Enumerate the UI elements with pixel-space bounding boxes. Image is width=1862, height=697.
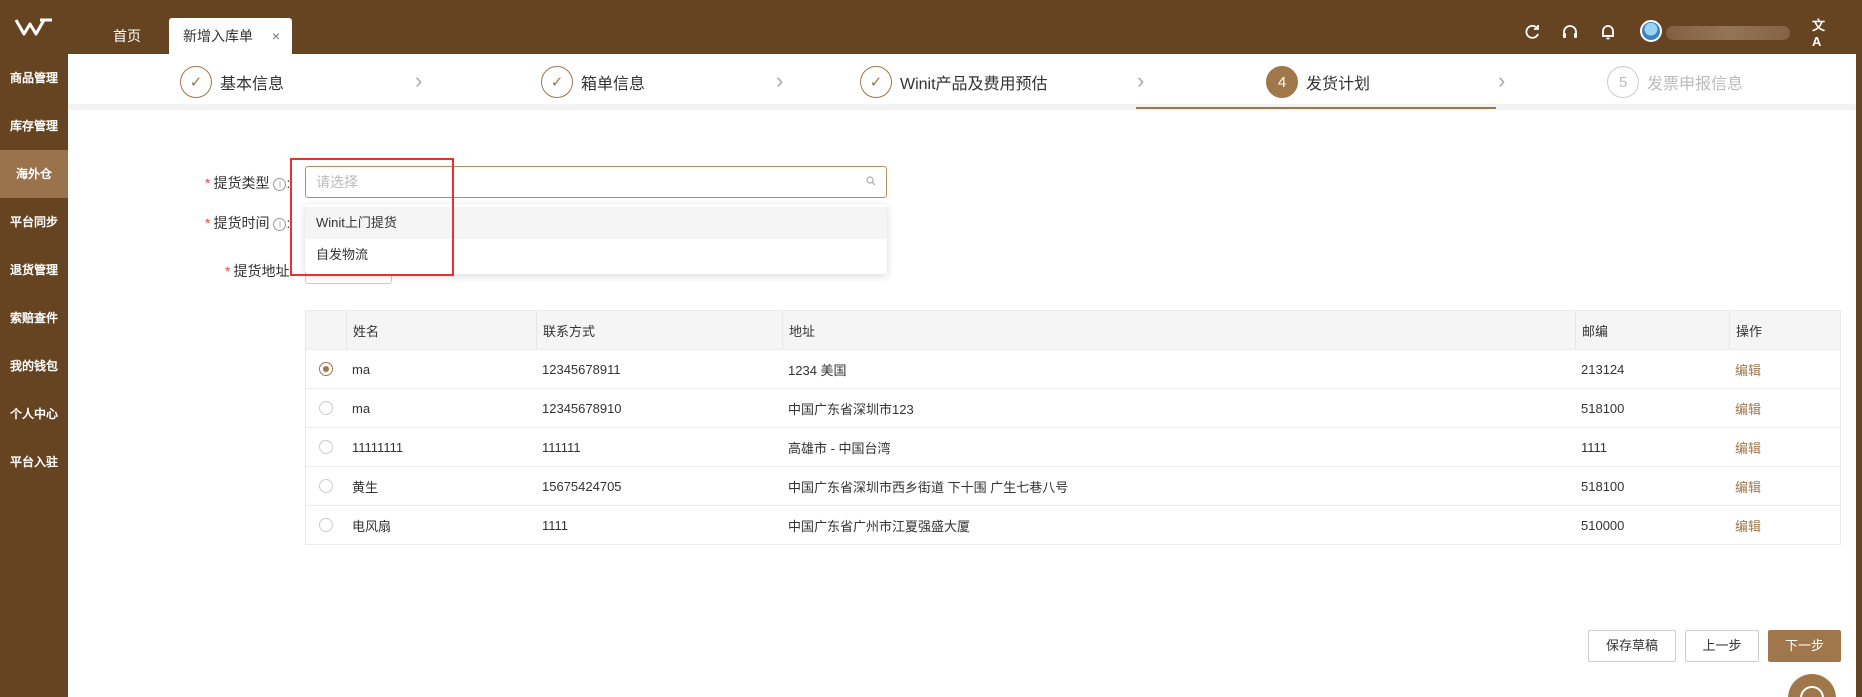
chevron-right-icon: › — [1137, 68, 1145, 93]
sidebar-item-overseas-warehouse[interactable]: 海外仓 — [0, 150, 68, 198]
tab-new-inbound-order[interactable]: 新增入库单 × — [169, 18, 292, 54]
row-radio[interactable] — [319, 401, 333, 415]
edit-link[interactable]: 编辑 — [1735, 360, 1761, 379]
winit-logo[interactable] — [0, 0, 68, 54]
address-table: 姓名 联系方式 地址 邮编 操作 ma 12345678911 1234 美国 … — [305, 310, 1841, 545]
column-header-address: 地址 — [782, 311, 1575, 349]
info-icon[interactable]: i — [273, 178, 287, 191]
step-label: 箱单信息 — [581, 76, 646, 93]
top-bar: 首页 新增入库单 × 文A — [0, 0, 1862, 54]
step-label: 基本信息 — [220, 76, 285, 93]
row-radio[interactable] — [319, 440, 333, 454]
save-draft-button[interactable]: 保存草稿 — [1588, 630, 1676, 662]
table-row[interactable]: 电风扇 1111 中国广东省广州市江夏强盛大厦 510000 编辑 — [306, 505, 1840, 544]
row-radio[interactable] — [319, 518, 333, 532]
check-icon: ✓ — [180, 66, 212, 98]
sidebar-item-platform-sync[interactable]: 平台同步 — [0, 198, 68, 246]
sidebar-item-profile[interactable]: 个人中心 — [0, 390, 68, 438]
info-icon[interactable]: i — [273, 218, 287, 231]
refresh-icon[interactable] — [1522, 22, 1542, 42]
option-self-logistics[interactable]: 自发物流 — [305, 239, 887, 271]
table-header: 姓名 联系方式 地址 邮编 操作 — [306, 311, 1840, 349]
row-radio[interactable] — [319, 362, 333, 376]
row-radio[interactable] — [319, 479, 333, 493]
sidebar-item-wallet[interactable]: 我的钱包 — [0, 342, 68, 390]
sidebar-item-returns[interactable]: 退货管理 — [0, 246, 68, 294]
search-icon — [866, 167, 876, 197]
step-invoice-declaration[interactable]: 5 发票申报信息 — [1607, 66, 1743, 98]
prev-step-button[interactable]: 上一步 — [1685, 630, 1759, 662]
username-redacted[interactable] — [1666, 26, 1790, 40]
table-row[interactable]: 11111111 111111 高雄市 - 中国台湾 1111 编辑 — [306, 427, 1840, 466]
table-row[interactable]: 黄生 15675424705 中国广东省深圳市西乡街道 下十围 广生七巷八号 5… — [306, 466, 1840, 505]
pickup-type-select[interactable]: 请选择 — [305, 166, 887, 198]
chevron-right-icon: › — [415, 68, 423, 93]
chevron-right-icon: › — [776, 68, 784, 93]
check-icon: ✓ — [541, 66, 573, 98]
edit-link[interactable]: 编辑 — [1735, 399, 1761, 418]
tab-label: 新增入库单 — [183, 28, 253, 44]
sidebar: 商品管理 库存管理 海外仓 平台同步 退货管理 索赔查件 我的钱包 个人中心 平… — [0, 54, 68, 697]
step-label: Winit产品及费用预估 — [900, 76, 1048, 93]
main-content: ✓ 基本信息 › ✓ 箱单信息 › ✓ Winit产品及费用预估 › 4 发货计… — [68, 54, 1862, 697]
step-number: 5 — [1607, 66, 1639, 98]
step-shipping-plan[interactable]: 4 发货计划 — [1266, 66, 1370, 98]
pickup-address-label: * 提货地址: — [225, 263, 294, 279]
tab-home[interactable]: 首页 — [86, 18, 168, 54]
translate-icon[interactable]: 文A — [1812, 18, 1832, 49]
step-winit-product-fee[interactable]: ✓ Winit产品及费用预估 — [860, 66, 1048, 98]
column-header-contact: 联系方式 — [536, 311, 782, 349]
next-step-button[interactable]: 下一步 — [1768, 630, 1841, 662]
window-edge — [1856, 0, 1862, 697]
step-basic-info[interactable]: ✓ 基本信息 — [180, 66, 284, 98]
column-header-action: 操作 — [1729, 311, 1842, 349]
steps-bar: ✓ 基本信息 › ✓ 箱单信息 › ✓ Winit产品及费用预估 › 4 发货计… — [68, 54, 1862, 110]
option-winit-pickup[interactable]: Winit上门提货 — [305, 207, 887, 239]
headset-icon[interactable] — [1560, 22, 1580, 42]
sidebar-item-platform-onboarding[interactable]: 平台入驻 — [0, 438, 68, 486]
avatar[interactable] — [1640, 20, 1662, 42]
active-step-underline — [1136, 107, 1496, 109]
edit-link[interactable]: 编辑 — [1735, 438, 1761, 457]
table-row[interactable]: ma 12345678910 中国广东省深圳市123 518100 编辑 — [306, 388, 1840, 427]
bell-icon[interactable] — [1598, 22, 1618, 42]
pickup-type-dropdown: Winit上门提货 自发物流 — [305, 204, 887, 274]
step-number: 4 — [1266, 66, 1298, 98]
step-label: 发票申报信息 — [1647, 76, 1744, 93]
pickup-type-label: * 提货类型 i: — [205, 175, 291, 191]
step-packing-list[interactable]: ✓ 箱单信息 — [541, 66, 645, 98]
pickup-time-label: * 提货时间 i: — [205, 215, 291, 231]
column-header-zip: 邮编 — [1575, 311, 1729, 349]
sidebar-item-inventory-management[interactable]: 库存管理 — [0, 102, 68, 150]
edit-link[interactable]: 编辑 — [1735, 516, 1761, 535]
close-icon[interactable]: × — [272, 18, 280, 54]
step-label: 发货计划 — [1306, 76, 1371, 93]
chevron-right-icon: › — [1498, 68, 1506, 93]
sidebar-item-claims[interactable]: 索赔查件 — [0, 294, 68, 342]
check-icon: ✓ — [860, 66, 892, 98]
table-row[interactable]: ma 12345678911 1234 美国 213124 编辑 — [306, 349, 1840, 388]
select-placeholder: 请选择 — [316, 174, 358, 190]
sidebar-item-product-management[interactable]: 商品管理 — [0, 54, 68, 102]
edit-link[interactable]: 编辑 — [1735, 477, 1761, 496]
column-header-name: 姓名 — [346, 311, 536, 349]
